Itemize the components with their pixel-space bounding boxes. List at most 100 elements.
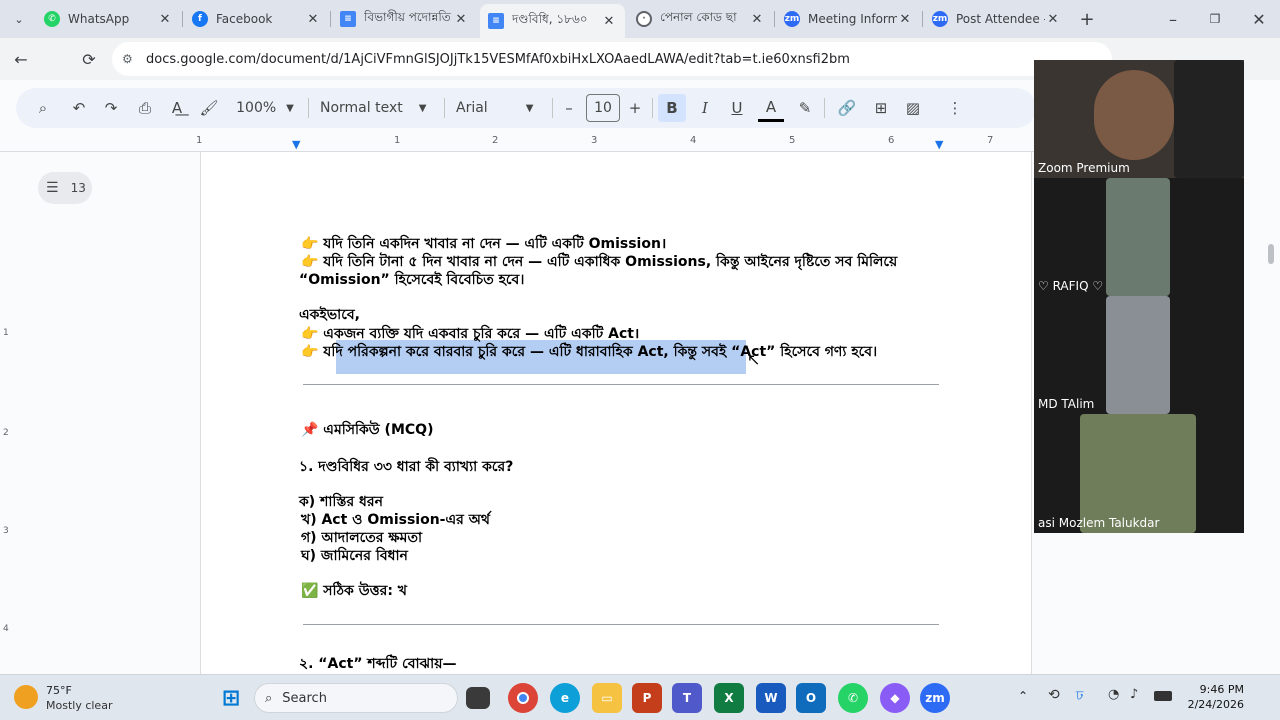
zoom-select[interactable]: 100% ▼ xyxy=(230,94,300,122)
tab-penal-code[interactable]: · পেনাল কোড ছা ✕ xyxy=(628,4,773,34)
close-icon[interactable]: ✕ xyxy=(897,12,913,27)
doc-line[interactable]: ✅ সঠিক উত্তর: খ xyxy=(301,579,407,603)
address-url: docs.google.com/document/d/1AjCiVFmnGlSJ… xyxy=(146,51,850,67)
scrollbar-thumb[interactable] xyxy=(1268,244,1274,264)
site-info-icon[interactable]: ⚙ xyxy=(122,52,133,66)
decrease-font-size-button[interactable]: – xyxy=(558,94,580,122)
add-comment-icon[interactable]: ⊞ xyxy=(868,94,894,122)
doc-line[interactable]: “Omission” হিসেবেই বিবেচিত হবে। xyxy=(299,268,524,292)
file-folder-icon[interactable] xyxy=(466,687,490,709)
tab-docs-1[interactable]: ≡ বিভাগীয় পদোন্নতি ✕ xyxy=(332,4,477,34)
redo-icon[interactable]: ↷ xyxy=(98,94,124,122)
vertical-ruler[interactable]: 1 2 3 4 xyxy=(0,152,16,674)
paint-format-icon[interactable]: 🖌 xyxy=(196,94,222,122)
clock[interactable]: 9:46 PM 2/24/2026 xyxy=(1184,683,1244,711)
insert-link-icon[interactable]: 🔗 xyxy=(834,94,860,122)
text-color-button[interactable]: A xyxy=(758,94,784,122)
doc-line[interactable]: ২. “Act” শব্দটি বোঝায়— xyxy=(299,652,456,676)
highlight-color-icon[interactable]: ✎ xyxy=(792,94,818,122)
reload-icon[interactable]: ⟳ xyxy=(76,46,102,72)
whatsapp-icon: ✆ xyxy=(44,11,60,27)
excel-icon[interactable]: X xyxy=(714,683,744,713)
weather-widget[interactable]: 75°F Mostly clear xyxy=(14,683,144,715)
left-indent-marker-icon[interactable]: ▼ xyxy=(292,138,300,151)
tab-meeting-info[interactable]: zm Meeting Informa ✕ xyxy=(776,4,921,34)
globe-icon: · xyxy=(636,11,652,27)
outline-toggle-button[interactable]: ☰ 13 xyxy=(38,172,92,204)
document-outline-pane: ☰ 13 xyxy=(16,152,200,674)
tab-post-attendee[interactable]: zm Post Attendee - ✕ xyxy=(924,4,1069,34)
wifi-icon[interactable]: ◔ xyxy=(1108,687,1119,702)
tab-docs-active[interactable]: ≡ দণ্ডবিধি, ১৮৬০ ✕ xyxy=(480,4,625,38)
volume-icon[interactable]: ♪ xyxy=(1130,687,1138,702)
minimize-icon[interactable]: – xyxy=(1160,6,1186,32)
tab-facebook[interactable]: f Facebook ✕ xyxy=(184,4,329,34)
address-bar[interactable]: ⚙ docs.google.com/document/d/1AjCiVFmnGl… xyxy=(112,42,1112,76)
zoom-icon: zm xyxy=(932,11,948,27)
bold-button[interactable]: B xyxy=(658,94,686,122)
search-icon: ⌕ xyxy=(265,690,273,706)
copilot-icon[interactable]: ◆ xyxy=(880,683,910,713)
video-tile[interactable]: asi Mozlem Talukdar xyxy=(1034,414,1244,533)
text-cursor-icon: ↖ xyxy=(747,350,761,369)
back-arrow-icon[interactable]: ← xyxy=(8,46,34,72)
vertical-scrollbar[interactable] xyxy=(1262,130,1280,674)
style-select[interactable]: Normal text ▼ xyxy=(320,94,432,122)
close-icon[interactable]: ✕ xyxy=(1045,12,1061,27)
close-icon[interactable]: ✕ xyxy=(453,12,469,27)
document-page[interactable]: 👉 যদি তিনি একদিন খাবার না দেন — এটি একটি… xyxy=(200,152,1032,674)
browser-tab-bar: ⌄ ✆ WhatsApp ✕ f Facebook ✕ ≡ বিভাগীয় প… xyxy=(0,0,1280,38)
zoom-video-panel[interactable]: Zoom Premium ♡ RAFIQ ♡ MD TAlim asi Mozl… xyxy=(1034,60,1244,533)
close-icon[interactable]: ✕ xyxy=(305,12,321,27)
tab-search-icon[interactable]: ⌄ xyxy=(6,6,32,32)
windows-start-icon[interactable]: ⊞ xyxy=(216,683,246,713)
doc-line[interactable]: ১. দণ্ডবিধির ৩৩ ধারা কী ব্যাখ্যা করে? xyxy=(299,455,513,479)
outlook-icon[interactable]: O xyxy=(796,683,826,713)
close-icon[interactable]: ✕ xyxy=(601,14,617,29)
chrome-icon[interactable] xyxy=(508,683,538,713)
maximize-icon[interactable]: ❐ xyxy=(1202,6,1228,32)
zoom-icon[interactable]: zm xyxy=(920,683,950,713)
taskbar-search-box[interactable]: ⌕ Search xyxy=(254,683,458,713)
italic-button[interactable]: I xyxy=(692,94,718,122)
mcq-heading[interactable]: 📌 এমসিকিউ (MCQ) xyxy=(301,418,433,442)
underline-button[interactable]: U xyxy=(724,94,750,122)
video-tile[interactable]: MD TAlim xyxy=(1034,296,1244,414)
increase-font-size-button[interactable]: + xyxy=(624,94,646,122)
tab-whatsapp[interactable]: ✆ WhatsApp ✕ xyxy=(36,4,181,34)
right-indent-marker-icon[interactable]: ▼ xyxy=(935,138,943,151)
undo-icon[interactable]: ↶ xyxy=(66,94,92,122)
new-tab-plus-icon[interactable]: + xyxy=(1074,6,1100,32)
teams-icon[interactable]: T xyxy=(672,683,702,713)
video-tile[interactable]: ♡ RAFIQ ♡ xyxy=(1034,178,1244,296)
tray-chevron-up-icon[interactable]: ⌃ xyxy=(1018,689,1028,703)
chevron-down-icon: ▼ xyxy=(286,102,294,114)
close-icon[interactable]: ✕ xyxy=(157,12,173,27)
window-close-icon[interactable]: ✕ xyxy=(1246,6,1272,32)
doc-line[interactable]: ঘ) জামিনের বিধান xyxy=(301,544,408,568)
font-select[interactable]: Arial ▼ xyxy=(456,94,542,122)
powerpoint-icon[interactable]: P xyxy=(632,683,662,713)
search-menus-icon[interactable]: ⌕ xyxy=(30,94,56,122)
doc-line[interactable]: 👉 যদি পরিকল্পনা করে বারবার চুরি করে — এট… xyxy=(301,340,877,364)
word-icon[interactable]: W xyxy=(756,683,786,713)
close-icon[interactable]: ✕ xyxy=(749,12,765,27)
sync-icon[interactable]: ⟲ xyxy=(1048,687,1060,703)
language-icon[interactable]: ঢ xyxy=(1076,687,1083,708)
battery-icon[interactable] xyxy=(1154,691,1172,701)
whatsapp-icon[interactable]: ✆ xyxy=(838,683,868,713)
spellcheck-icon[interactable]: A͟ xyxy=(164,94,190,122)
font-size-input[interactable]: 10 xyxy=(586,94,620,122)
horizontal-divider xyxy=(303,624,939,625)
edge-icon[interactable]: e xyxy=(550,683,580,713)
docs-icon: ≡ xyxy=(340,11,356,27)
docs-icon: ≡ xyxy=(488,13,504,29)
zoom-icon: zm xyxy=(784,11,800,27)
print-icon[interactable]: ⎙ xyxy=(132,94,158,122)
horizontal-ruler[interactable]: 1 1 2 3 4 5 6 7 ▼ ▼ xyxy=(0,132,1040,152)
file-explorer-icon[interactable]: ▭ xyxy=(592,683,622,713)
more-options-icon[interactable]: ⋮ xyxy=(942,94,968,122)
windows-taskbar: 75°F Mostly clear ⊞ ⌕ Search e ▭ P T X W … xyxy=(0,674,1280,720)
video-tile[interactable]: Zoom Premium xyxy=(1034,60,1244,178)
insert-image-icon[interactable]: ▨ xyxy=(900,94,926,122)
